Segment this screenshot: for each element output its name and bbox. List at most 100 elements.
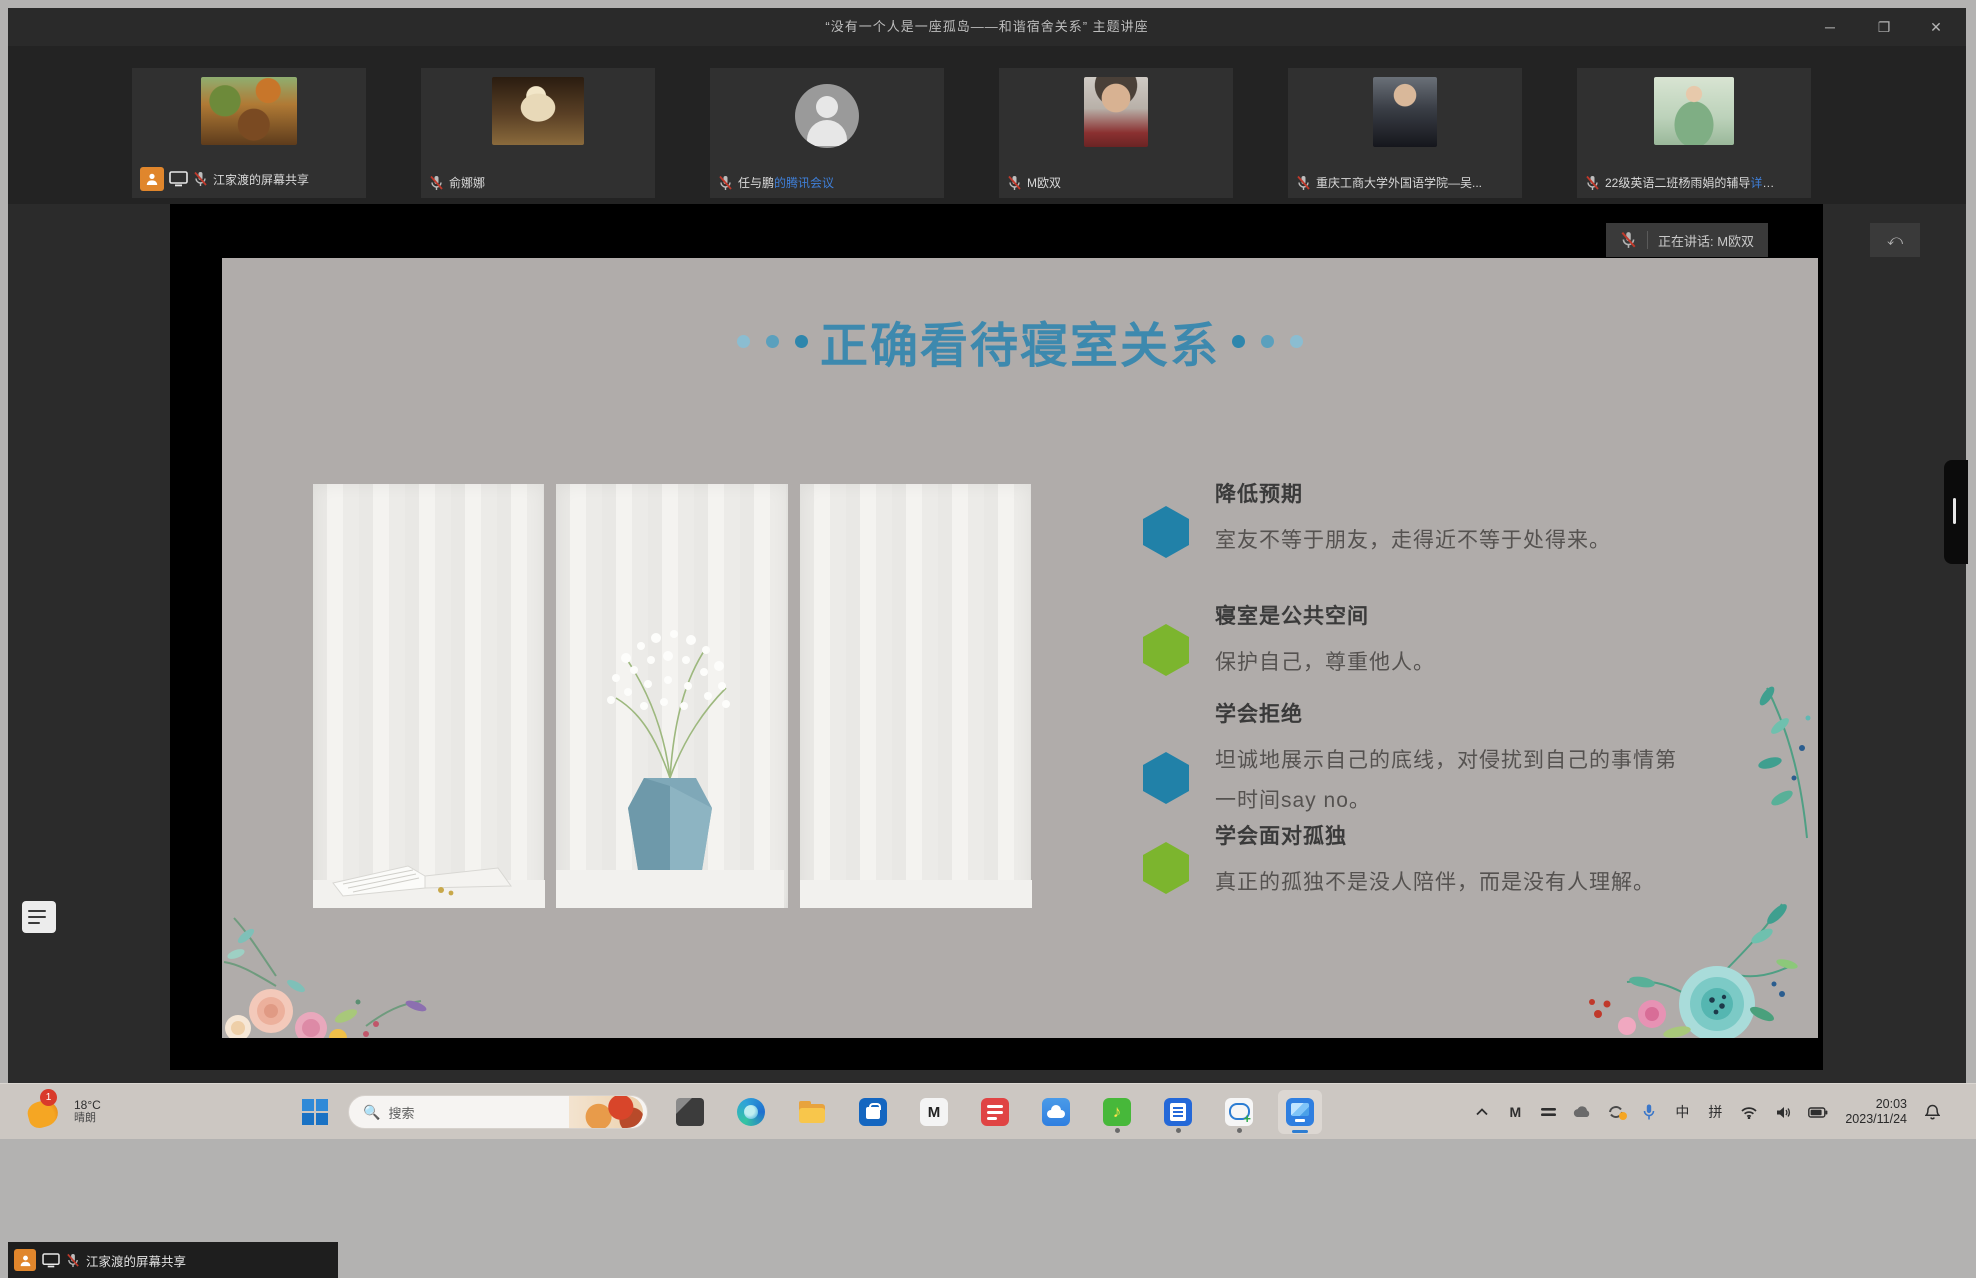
mic-muted-icon <box>1007 175 1022 191</box>
tray-mic-icon[interactable] <box>1641 1104 1657 1120</box>
participant-tile[interactable]: 俞娜娜 <box>421 68 655 198</box>
presenter-badge-icon <box>14 1249 36 1271</box>
avatar-placeholder <box>795 84 859 148</box>
bullet-body: 保护自己，尊重他人。 <box>1215 643 1435 683</box>
windows-taskbar: 1 18°C 晴朗 🔍 搜索 M ♪ <box>0 1083 1976 1139</box>
notification-badge: 1 <box>40 1089 57 1106</box>
slide-bullet: 寝室是公共空间 保护自己，尊重他人。 <box>1143 600 1435 683</box>
speaking-label: 正在讲话: M欧双 <box>1658 231 1754 250</box>
participant-tile[interactable]: 任与鹏的腾讯会议 <box>710 68 944 198</box>
slide-bullet: 学会面对孤独 真正的孤独不是没人陪伴，而是没有人理解。 <box>1143 820 1655 903</box>
tray-volume-icon[interactable] <box>1775 1106 1791 1119</box>
app-edge-browser[interactable] <box>729 1090 773 1134</box>
participant-video <box>1084 77 1148 147</box>
presenter-badge-icon <box>140 167 164 191</box>
weather-temp: 18°C <box>74 1098 101 1112</box>
search-placeholder: 搜索 <box>388 1103 561 1122</box>
speaking-indicator: 正在讲话: M欧双 <box>1606 223 1768 257</box>
bullet-heading: 寝室是公共空间 <box>1215 600 1435 630</box>
slide-title: 正确看待寝室关系 <box>820 306 1220 376</box>
app-docs[interactable] <box>1156 1090 1200 1134</box>
participant-name: 任与鹏的腾讯会议 <box>738 174 834 191</box>
search-highlight-art[interactable] <box>569 1096 643 1128</box>
screen-share-status: 江家渡的屏幕共享 <box>8 1242 338 1278</box>
app-microsoft-store[interactable] <box>851 1090 895 1134</box>
participant-tile[interactable]: M欧双 <box>999 68 1233 198</box>
bullet-body: 室友不等于朋友，走得近不等于处得来。 <box>1215 521 1611 561</box>
app-media-player[interactable]: M <box>912 1090 956 1134</box>
bullet-heading: 学会拒绝 <box>1215 698 1677 728</box>
system-tray: M 中 拼 20:03 <box>1474 1084 1940 1140</box>
participant-video <box>1373 77 1437 147</box>
tray-wifi-icon[interactable] <box>1740 1106 1758 1119</box>
mic-muted-icon <box>193 171 208 187</box>
clock-time: 20:03 <box>1845 1097 1907 1112</box>
weather-icon: 1 <box>26 1091 66 1131</box>
tray-media-icon[interactable]: M <box>1507 1104 1523 1120</box>
participant-video <box>492 77 584 145</box>
taskbar-search[interactable]: 🔍 搜索 <box>348 1095 648 1129</box>
screen-share-icon <box>169 171 188 187</box>
tray-battery-icon[interactable] <box>1808 1107 1828 1118</box>
search-icon: 🔍 <box>363 1104 380 1121</box>
participant-name: 江家渡的屏幕共享 <box>213 171 309 188</box>
floral-decoration <box>1722 678 1818 848</box>
app-music-green[interactable]: ♪ <box>1095 1090 1139 1134</box>
slide-title-row: 正确看待寝室关系 <box>222 306 1818 376</box>
taskbar-apps: M ♪ <box>668 1090 1322 1134</box>
tray-clock[interactable]: 20:03 2023/11/24 <box>1845 1097 1907 1127</box>
participant-strip: 江家渡的屏幕共享 俞娜娜 任与鹏的腾讯会议 <box>8 46 1966 204</box>
participant-name: 22级英语二班杨雨娟的辅导详情.. <box>1605 174 1775 191</box>
taskbar-weather-widget[interactable]: 1 18°C 晴朗 <box>26 1091 101 1131</box>
mic-muted-icon <box>66 1253 80 1268</box>
participant-tile[interactable]: 重庆工商大学外国语学院—吴... <box>1288 68 1522 198</box>
app-chat[interactable] <box>1217 1090 1261 1134</box>
start-button[interactable] <box>300 1097 330 1127</box>
app-files-dark[interactable] <box>668 1090 712 1134</box>
participant-name: M欧双 <box>1027 174 1061 191</box>
bullet-body: 坦诚地展示自己的底线，对侵扰到自己的事情第一时间say no。 <box>1215 741 1677 821</box>
tray-ime-layout[interactable]: 拼 <box>1707 1102 1723 1122</box>
app-meeting-active[interactable] <box>1278 1090 1322 1134</box>
participant-name: 重庆工商大学外国语学院—吴... <box>1316 174 1482 191</box>
tray-cloud-icon[interactable] <box>1573 1106 1591 1118</box>
bullet-body: 真正的孤独不是没人陪伴，而是没有人理解。 <box>1215 863 1655 903</box>
share-label: 江家渡的屏幕共享 <box>86 1251 186 1270</box>
bullet-heading: 降低预期 <box>1215 478 1611 508</box>
photo-panel-curtain <box>800 484 1031 908</box>
tray-lines-icon[interactable] <box>1540 1107 1556 1117</box>
hexagon-bullet-icon <box>1143 842 1189 894</box>
raise-hand-button[interactable]: ⤺ <box>1870 223 1920 257</box>
maximize-button[interactable]: ❐ <box>1858 8 1910 46</box>
tray-bell-icon[interactable] <box>1924 1104 1940 1120</box>
divider <box>1647 231 1648 249</box>
app-music-red[interactable] <box>973 1090 1017 1134</box>
title-bar: “没有一个人是一座孤岛——和谐宿舍关系” 主题讲座 ─ ❐ ✕ <box>8 8 1966 46</box>
tray-ime-language[interactable]: 中 <box>1674 1102 1690 1122</box>
meeting-window: “没有一个人是一座孤岛——和谐宿舍关系” 主题讲座 ─ ❐ ✕ <box>8 8 1966 1083</box>
member-list-button[interactable] <box>22 901 56 933</box>
photo-panel-book <box>313 484 544 908</box>
hexagon-bullet-icon <box>1143 506 1189 558</box>
participant-tile[interactable]: 江家渡的屏幕共享 <box>132 68 366 198</box>
app-file-explorer[interactable] <box>790 1090 834 1134</box>
screen: “没有一个人是一座孤岛——和谐宿舍关系” 主题讲座 ─ ❐ ✕ <box>0 0 1976 1139</box>
slide-bullet: 学会拒绝 坦诚地展示自己的底线，对侵扰到自己的事情第一时间say no。 <box>1143 698 1677 821</box>
floral-decoration <box>222 916 446 1038</box>
shared-screen-area: 正在讲话: M欧双 ⤺ 正确看待寝室关系 <box>8 204 1966 1083</box>
minimize-button[interactable]: ─ <box>1804 8 1856 46</box>
participant-tile[interactable]: 22级英语二班杨雨娟的辅导详情.. <box>1577 68 1811 198</box>
shared-screen-canvas: 正在讲话: M欧双 ⤺ 正确看待寝室关系 <box>170 204 1823 1070</box>
presentation-slide: 正确看待寝室关系 <box>222 258 1818 1038</box>
tray-chevron-up-icon[interactable] <box>1474 1108 1490 1116</box>
participant-name: 俞娜娜 <box>449 174 485 191</box>
side-panel-handle[interactable] <box>1944 460 1968 564</box>
mic-muted-icon <box>1585 175 1600 191</box>
mic-muted-icon <box>1620 231 1637 249</box>
app-cloud-drive[interactable] <box>1034 1090 1078 1134</box>
hexagon-bullet-icon <box>1143 624 1189 676</box>
windows-logo-icon <box>302 1099 328 1125</box>
close-button[interactable]: ✕ <box>1910 8 1962 46</box>
mic-muted-icon <box>718 175 733 191</box>
tray-sync-icon[interactable] <box>1608 1105 1624 1119</box>
